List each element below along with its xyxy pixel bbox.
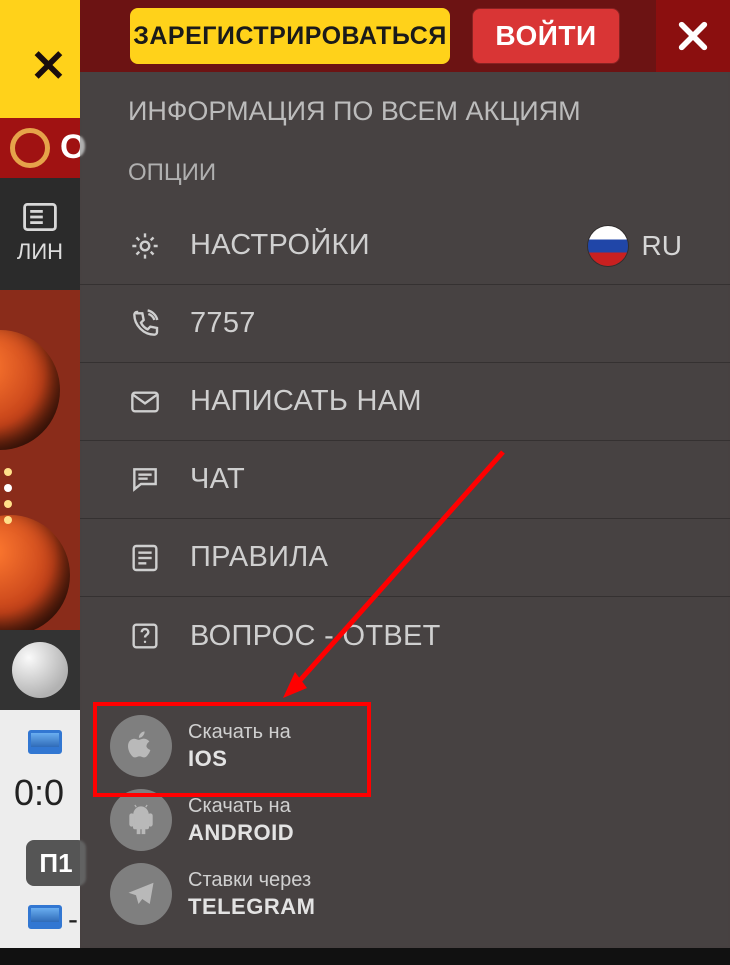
soccer-ball-icon xyxy=(12,642,68,698)
mail-icon xyxy=(128,385,162,419)
chat-icon xyxy=(128,463,162,497)
menu-item-faq[interactable]: ВОПРОС - ОТВЕТ xyxy=(80,597,730,675)
app-title: IOS xyxy=(188,746,291,772)
telegram-icon xyxy=(110,863,172,925)
apps-section: Скачать на IOS Скачать на ANDROID Ст xyxy=(80,675,730,965)
flag-ru-icon xyxy=(588,226,628,266)
menu-item-rules[interactable]: ПРАВИЛА xyxy=(80,519,730,597)
menu-label: ВОПРОС - ОТВЕТ xyxy=(190,620,682,653)
menu-item-chat[interactable]: ЧАТ xyxy=(80,441,730,519)
android-icon xyxy=(110,789,172,851)
register-button[interactable]: ЗАРЕГИСТРИРОВАТЬСЯ xyxy=(130,8,450,64)
bg-bet-button: П1 xyxy=(26,840,86,886)
bg-dash: - xyxy=(68,903,78,937)
phone-icon xyxy=(128,307,162,341)
menu-label: НАПИСАТЬ НАМ xyxy=(190,385,682,418)
download-android-button[interactable]: Скачать на ANDROID xyxy=(110,789,395,851)
bg-brand-circle-icon xyxy=(10,128,50,168)
bg-close-icon: ✕ xyxy=(30,45,67,89)
rules-icon xyxy=(128,541,162,575)
options-section-header: ОПЦИИ xyxy=(80,149,730,207)
side-drawer: ЗАРЕГИСТРИРОВАТЬСЯ ВОЙТИ ИНФОРМАЦИЯ ПО В… xyxy=(80,0,730,948)
menu-item-phone[interactable]: 7757 xyxy=(80,285,730,363)
app-title: TELEGRAM xyxy=(188,894,315,920)
menu-item-settings[interactable]: НАСТРОЙКИ RU xyxy=(80,207,730,285)
bg-score: 0:0 xyxy=(14,772,64,814)
app-subtitle: Скачать на xyxy=(188,795,294,818)
apple-icon xyxy=(110,715,172,777)
drawer-content: ИНФОРМАЦИЯ ПО ВСЕМ АКЦИЯМ ОПЦИИ НАСТРОЙК… xyxy=(80,72,730,948)
menu-label: НАСТРОЙКИ xyxy=(190,229,560,262)
promo-title[interactable]: ИНФОРМАЦИЯ ПО ВСЕМ АКЦИЯМ xyxy=(80,72,730,149)
language-code: RU xyxy=(642,230,682,262)
login-button[interactable]: ВОЙТИ xyxy=(472,8,620,64)
menu-label: 7757 xyxy=(190,307,682,340)
carousel-dots xyxy=(4,468,12,524)
monitor-icon xyxy=(28,905,62,929)
list-icon xyxy=(23,203,57,231)
download-ios-button[interactable]: Скачать на IOS xyxy=(110,715,395,777)
question-icon xyxy=(128,619,162,653)
bg-tab-label: ЛИН xyxy=(17,239,63,265)
menu-label: ЧАТ xyxy=(190,463,682,496)
monitor-icon xyxy=(28,730,62,754)
menu-label: ПРАВИЛА xyxy=(190,541,682,574)
app-subtitle: Скачать на xyxy=(188,721,291,744)
app-subtitle: Ставки через xyxy=(188,869,315,892)
language-selector[interactable]: RU xyxy=(588,226,682,266)
drawer-header: ЗАРЕГИСТРИРОВАТЬСЯ ВОЙТИ xyxy=(80,0,730,72)
close-icon xyxy=(676,19,710,53)
bg-nav-tab: ЛИН xyxy=(0,178,80,290)
close-drawer-button[interactable] xyxy=(656,0,730,72)
bg-sport-tab xyxy=(0,630,80,710)
app-title: ANDROID xyxy=(188,820,294,846)
bg-schedule: 0:0 П1 - xyxy=(0,710,80,948)
menu-item-contact[interactable]: НАПИСАТЬ НАМ xyxy=(80,363,730,441)
telegram-bets-button[interactable]: Ставки через TELEGRAM xyxy=(110,863,395,925)
gear-icon xyxy=(128,229,162,263)
